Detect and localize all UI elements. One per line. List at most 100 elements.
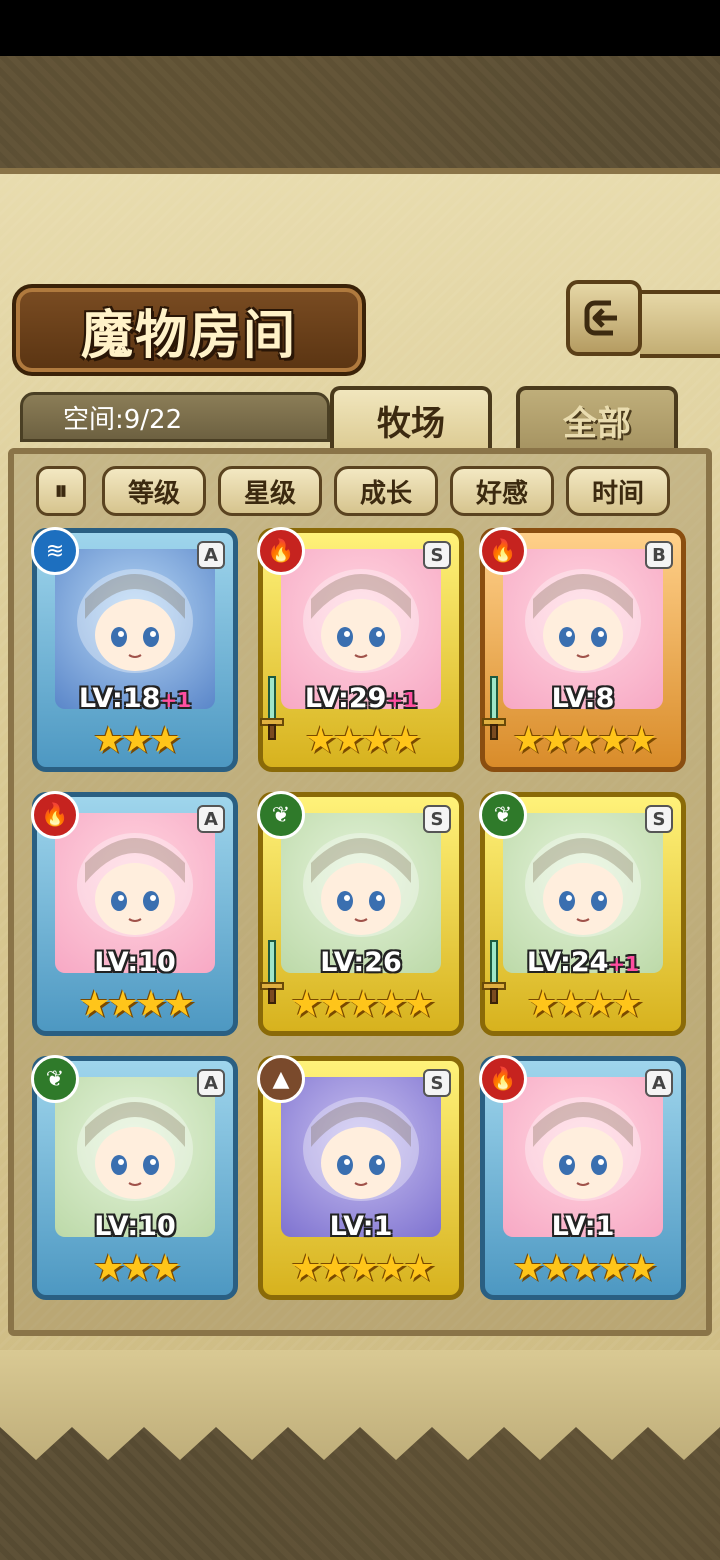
space-capacity: 空间:9/22: [20, 392, 330, 442]
star-icon: ★: [403, 1248, 435, 1289]
level-value: LV:8: [551, 683, 615, 714]
fire-element-icon: 🔥: [479, 527, 527, 575]
level-value: LV:29: [304, 683, 387, 714]
rarity-badge: A: [645, 1069, 673, 1097]
level-label: LV:1: [485, 1211, 681, 1242]
level-value: LV:26: [320, 947, 402, 978]
star-icon: ★: [526, 984, 558, 1025]
star-icon: ★: [625, 1248, 657, 1289]
monster-card[interactable]: S ❦ LV:24+1 ★★★★: [479, 791, 686, 1036]
star-icon: ★: [403, 984, 435, 1025]
star-icon: ★: [120, 1248, 153, 1289]
star-icon: ★: [290, 984, 322, 1025]
level-label: LV:26: [263, 947, 459, 978]
rarity-badge: S: [423, 805, 451, 833]
star-icon: ★: [92, 1248, 125, 1289]
sort-star-button[interactable]: 星级: [218, 466, 322, 516]
star-icon: ★: [540, 1248, 573, 1289]
star-icon: ★: [318, 1248, 351, 1289]
level-label: LV:24+1: [485, 947, 681, 978]
water-element-icon: ≋: [31, 527, 79, 575]
star-icon: ★: [304, 720, 336, 761]
sort-affection-button[interactable]: 好感: [450, 466, 554, 516]
sort-growth-button[interactable]: 成长: [334, 466, 438, 516]
star-icon: ★: [346, 984, 379, 1025]
star-icon: ★: [512, 1248, 544, 1289]
star-rating: ★★★★★: [263, 1248, 459, 1289]
star-icon: ★: [120, 720, 153, 761]
rarity-badge: A: [197, 805, 225, 833]
monster-card[interactable]: A 🔥 LV:10 ★★★★: [31, 791, 238, 1036]
star-rating: ★★★★★: [263, 984, 459, 1025]
monster-card[interactable]: B 🔥 LV:8 ★★★★★: [479, 527, 686, 772]
tab-all[interactable]: 全部: [516, 386, 678, 450]
star-icon: ★: [135, 984, 167, 1025]
rarity-badge: S: [423, 541, 451, 569]
monster-card[interactable]: S 🔥 LV:29+1 ★★★★: [257, 527, 464, 772]
star-icon: ★: [332, 720, 365, 761]
wood-element-icon: ❦: [257, 791, 305, 839]
monster-card[interactable]: A ❦ LV:10 ★★★: [31, 1055, 238, 1300]
star-icon: ★: [568, 720, 601, 761]
sort-time-button[interactable]: 时间: [566, 466, 670, 516]
star-icon: ★: [92, 720, 125, 761]
back-bar: [640, 290, 720, 358]
level-label: LV:10: [37, 1211, 233, 1242]
monster-card[interactable]: S ▲ LV:1 ★★★★★: [257, 1055, 464, 1300]
title-plate: 魔物房间: [12, 284, 366, 376]
level-label: LV:29+1: [263, 683, 459, 714]
monster-card[interactable]: S ❦ LV:26 ★★★★★: [257, 791, 464, 1036]
level-value: LV:10: [94, 947, 176, 978]
fire-element-icon: 🔥: [479, 1055, 527, 1103]
sort-level-button[interactable]: 等级: [102, 466, 206, 516]
star-icon: ★: [106, 984, 139, 1025]
level-value: LV:10: [94, 1211, 176, 1242]
rarity-badge: S: [423, 1069, 451, 1097]
status-bar: [0, 0, 720, 56]
level-value: LV:18: [78, 683, 161, 714]
star-icon: ★: [597, 720, 629, 761]
star-icon: ★: [611, 984, 643, 1025]
rarity-badge: S: [645, 805, 673, 833]
star-icon: ★: [375, 984, 407, 1025]
star-icon: ★: [346, 1248, 379, 1289]
wood-element-icon: ❦: [479, 791, 527, 839]
back-button[interactable]: [566, 280, 642, 356]
level-value: LV:1: [551, 1211, 615, 1242]
back-arrow-icon: [584, 300, 617, 336]
star-icon: ★: [597, 1248, 629, 1289]
star-rating: ★★★★: [485, 984, 681, 1025]
level-value: LV:24: [526, 947, 609, 978]
monster-card[interactable]: A 🔥 LV:1 ★★★★★: [479, 1055, 686, 1300]
star-icon: ★: [389, 720, 421, 761]
level-label: LV:18+1: [37, 683, 233, 714]
star-icon: ★: [149, 1248, 181, 1289]
star-rating: ★★★★★: [485, 1248, 681, 1289]
rarity-badge: B: [645, 541, 673, 569]
star-icon: ★: [583, 984, 615, 1025]
level-label: LV:10: [37, 947, 233, 978]
tab-ranch[interactable]: 牧场: [330, 386, 492, 450]
sort-order-toggle[interactable]: ⏸: [36, 466, 86, 516]
monster-card[interactable]: A ≋ LV:18+1 ★★★: [31, 527, 238, 772]
star-rating: ★★★★: [263, 720, 459, 761]
star-icon: ★: [512, 720, 544, 761]
level-label: LV:1: [263, 1211, 459, 1242]
level-value: LV:1: [329, 1211, 393, 1242]
star-icon: ★: [149, 720, 181, 761]
star-rating: ★★★★★: [485, 720, 681, 761]
star-icon: ★: [540, 720, 573, 761]
star-icon: ★: [375, 1248, 407, 1289]
rarity-badge: A: [197, 541, 225, 569]
earth-element-icon: ▲: [257, 1055, 305, 1103]
sort-toggle-icon: ⏸: [54, 475, 68, 506]
wood-element-icon: ❦: [31, 1055, 79, 1103]
fire-element-icon: 🔥: [31, 791, 79, 839]
rarity-badge: A: [197, 1069, 225, 1097]
level-bonus: +1: [386, 688, 418, 712]
level-bonus: +1: [160, 688, 192, 712]
page-title: 魔物房间: [80, 304, 297, 366]
star-icon: ★: [163, 984, 195, 1025]
star-icon: ★: [318, 984, 351, 1025]
fire-element-icon: 🔥: [257, 527, 305, 575]
